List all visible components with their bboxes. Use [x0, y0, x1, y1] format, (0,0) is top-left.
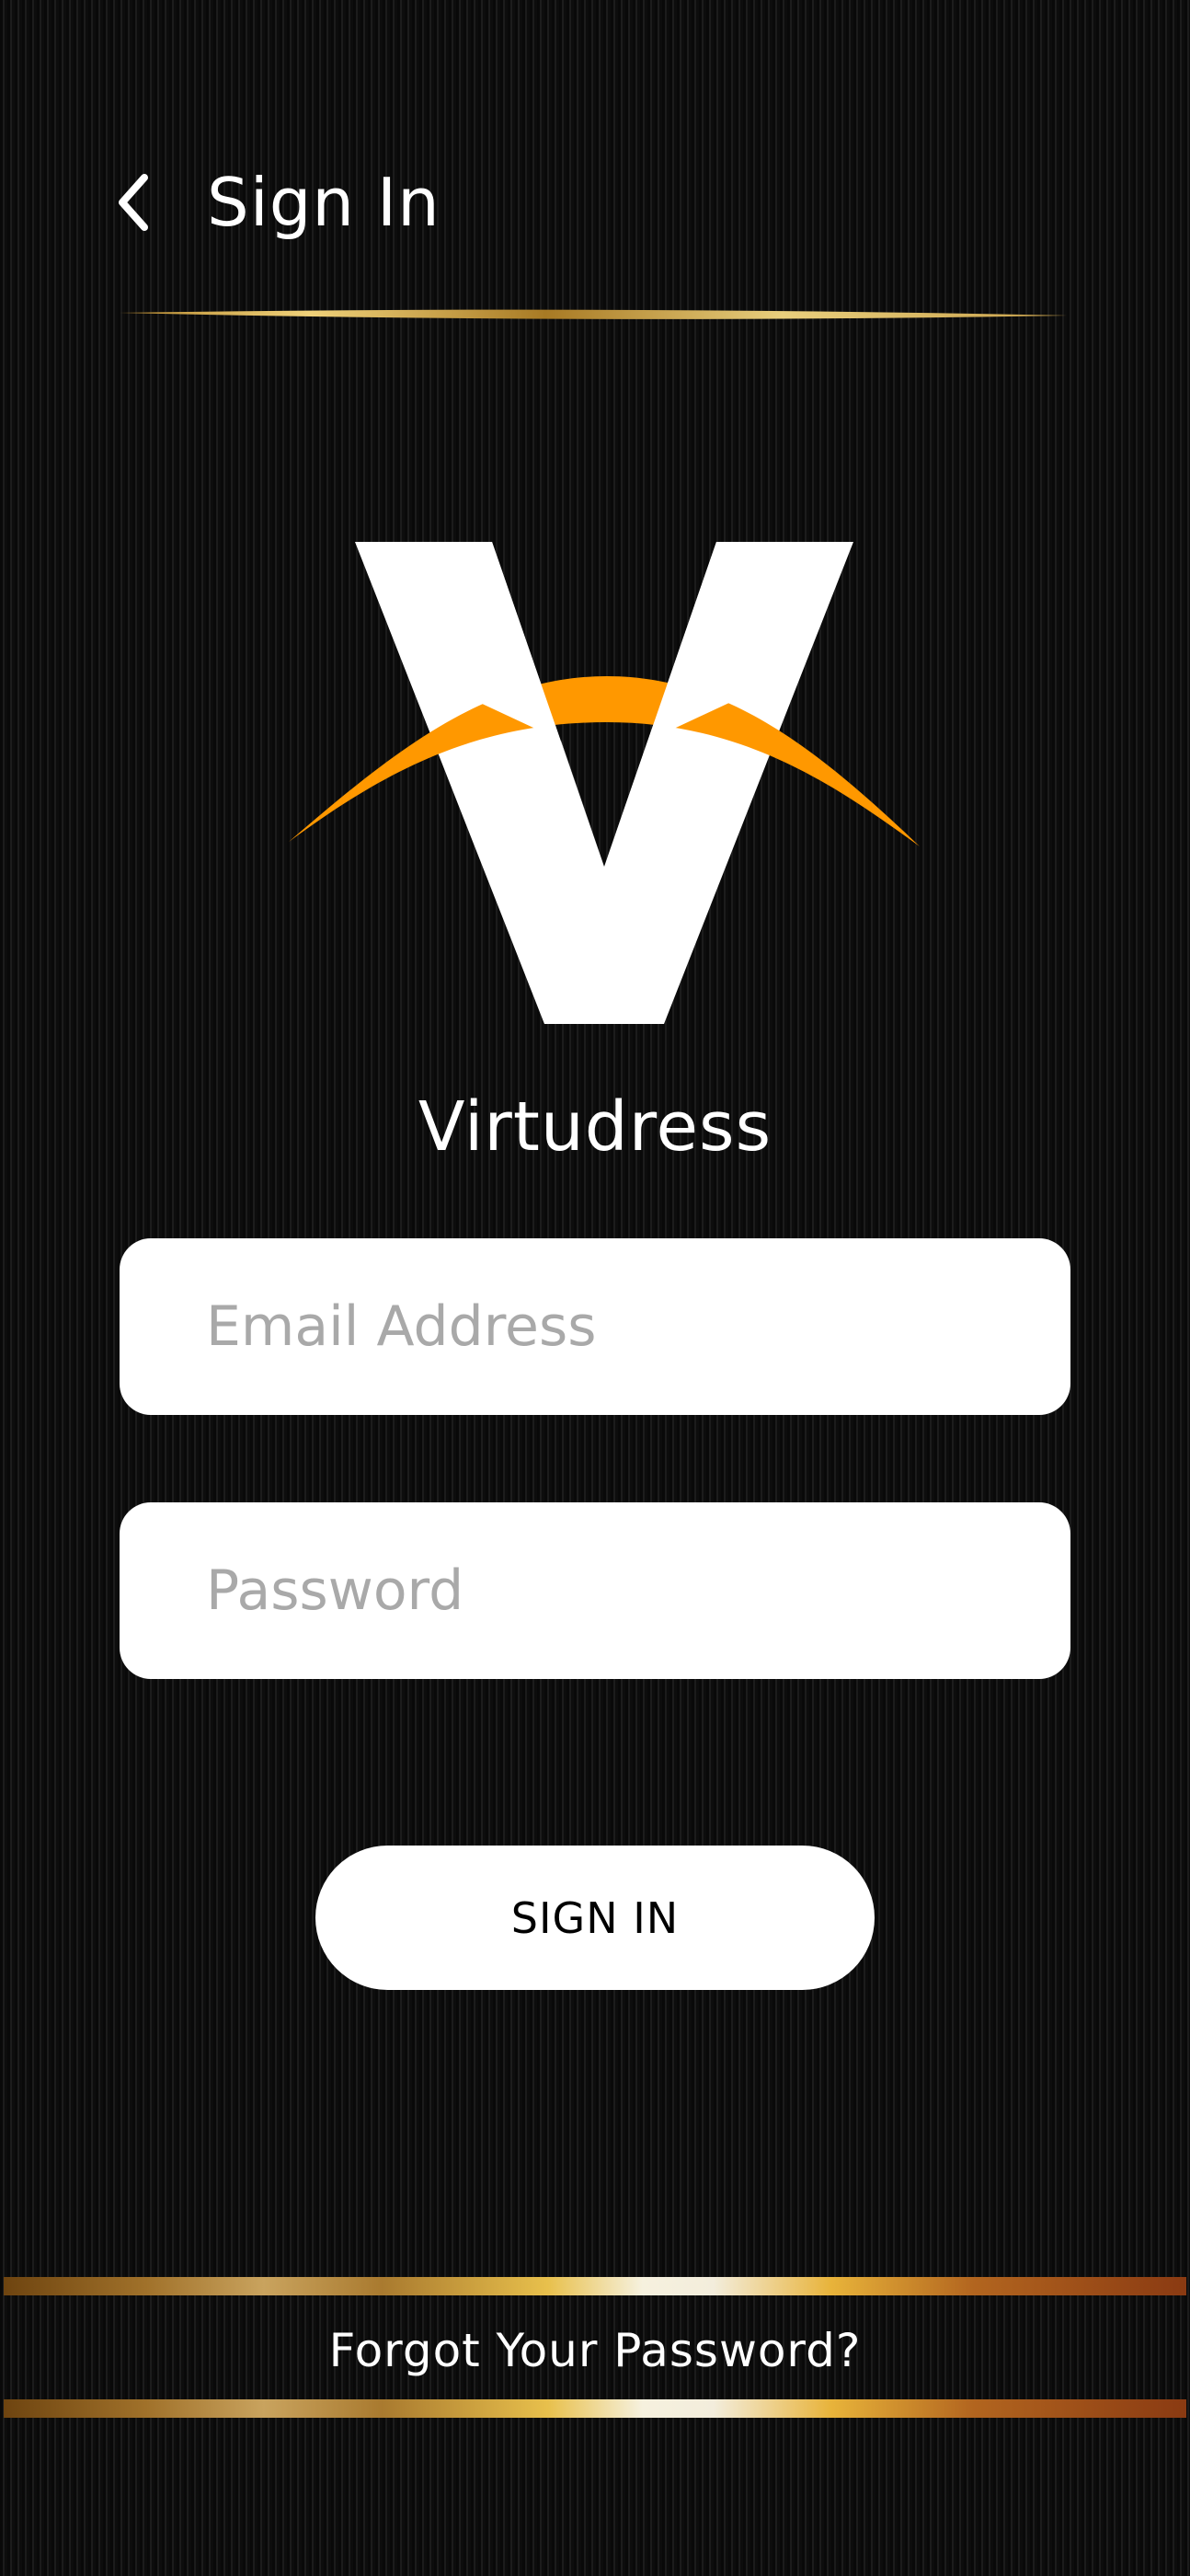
header-divider — [120, 309, 1067, 319]
email-field[interactable] — [120, 1238, 1070, 1415]
gold-divider-bottom — [4, 2399, 1186, 2418]
back-button[interactable] — [101, 161, 166, 244]
sign-in-button-label: SIGN IN — [510, 1892, 680, 1943]
brand-name: Virtudress — [418, 1087, 772, 1167]
sign-in-button[interactable]: SIGN IN — [315, 1846, 875, 1990]
chevron-left-icon — [119, 174, 148, 231]
gold-divider-top — [4, 2277, 1186, 2295]
password-field[interactable] — [120, 1502, 1070, 1679]
forgot-password-link[interactable]: Forgot Your Password? — [0, 2314, 1190, 2387]
page-title: Sign In — [207, 164, 441, 241]
virtudress-logo — [289, 542, 920, 1024]
